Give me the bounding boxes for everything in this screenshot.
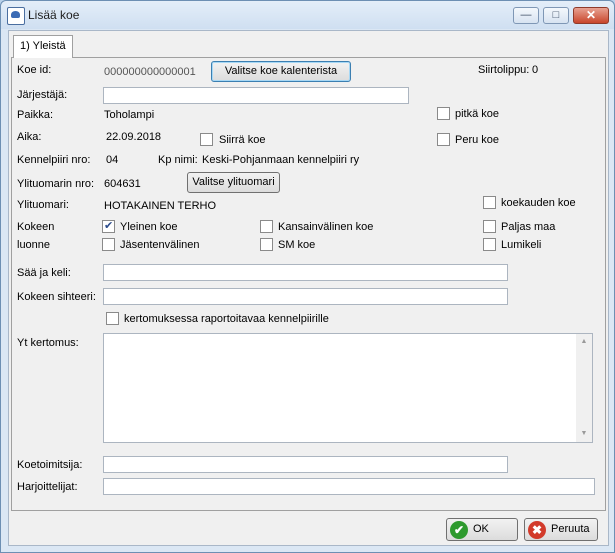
saa-ja-keli-label: Sää ja keli: [17, 267, 71, 279]
kennelpiiri-value: 04 [106, 154, 119, 166]
jasentenvalinen-checkbox[interactable] [102, 238, 115, 251]
siirtolippu-label: Siirtolippu: [478, 64, 530, 76]
title-bar[interactable]: Lisää koe — □ ✕ [1, 1, 614, 29]
peruuta-button[interactable]: ✖ Peruuta [524, 518, 598, 541]
tab-yleista[interactable]: 1) Yleistä [13, 35, 73, 58]
koetoimitsija-label: Koetoimitsija: [17, 459, 83, 471]
tab-panel-yleista: Koe id: 000000000000001 Valitse koe kale… [11, 57, 606, 511]
yleinen-koe-checkbox[interactable] [102, 219, 115, 233]
valitse-koe-kalenterista-button[interactable]: Valitse koe kalenterista [211, 61, 351, 82]
kokeen-sihteeri-label: Kokeen sihteeri: [17, 291, 96, 303]
ylituomari-value: HOTAKAINEN TERHO [104, 200, 217, 212]
kansainvalinen-koe-label: Kansainvälinen koe [278, 221, 374, 233]
peru-koe-checkbox[interactable] [437, 133, 450, 146]
koe-id-label: Koe id: [17, 64, 52, 76]
ylituomari-label: Ylituomari: [17, 199, 69, 211]
pitka-koe-label: pitkä koe [455, 108, 500, 120]
kp-nimi-value: Keski-Pohjanmaan kennelpiiri ry [202, 154, 360, 166]
maximize-button[interactable]: □ [543, 7, 569, 24]
kansainvalinen-koe-checkbox[interactable] [260, 220, 273, 233]
jarjestaja-input[interactable] [103, 87, 409, 104]
ok-button[interactable]: ✔ OK [446, 518, 518, 541]
window-title: Lisää koe [28, 8, 80, 22]
close-button[interactable]: ✕ [573, 7, 609, 24]
aika-value: 22.09.2018 [106, 131, 162, 143]
yleinen-koe-label: Yleinen koe [120, 221, 178, 233]
koe-id-value: 000000000000001 [104, 66, 196, 78]
lumikeli-checkbox[interactable] [483, 238, 496, 251]
aika-label: Aika: [17, 131, 42, 143]
saa-ja-keli-input[interactable] [103, 264, 508, 281]
paljas-maa-label: Paljas maa [501, 221, 556, 233]
kertomuksessa-label: kertomuksessa raportoitavaa kennelpiiril… [124, 313, 329, 325]
yt-kertomus-label: Yt kertomus: [17, 337, 79, 349]
harjoittelijat-label: Harjoittelijat: [17, 481, 78, 493]
kp-nimi-label: Kp nimi: [158, 154, 198, 166]
tab-label: 1) Yleistä [20, 40, 66, 52]
paikka-value: Toholampi [104, 109, 155, 121]
app-icon [7, 7, 25, 25]
peruuta-button-label: Peruuta [551, 523, 590, 535]
cancel-icon: ✖ [528, 521, 546, 539]
minimize-button[interactable]: — [513, 7, 539, 24]
kertomuksessa-checkbox[interactable] [106, 312, 119, 325]
yt-kertomus-scrollbar[interactable]: ▲ ▼ [576, 334, 592, 442]
jarjestaja-label: Järjestäjä: [17, 89, 68, 101]
ylituomarin-nro-value: 604631 [104, 178, 141, 190]
siirtolippu-value: 0 [532, 64, 539, 76]
siirra-koe-checkbox[interactable] [200, 133, 213, 146]
kokeen-sihteeri-input[interactable] [103, 288, 508, 305]
jasentenvalinen-label: Jäsentenvälinen [120, 239, 200, 251]
ylituomarin-nro-label: Ylituomarin nro: [17, 178, 95, 190]
harjoittelijat-input[interactable] [103, 478, 595, 495]
kennelpiiri-label: Kennelpiiri nro: [17, 154, 91, 166]
kokeen-luonne-label-2: luonne [17, 239, 51, 251]
scroll-down-icon[interactable]: ▼ [576, 426, 592, 442]
scroll-up-icon[interactable]: ▲ [576, 334, 592, 350]
peru-koe-label: Peru koe [455, 134, 500, 146]
dialog-window: Lisää koe — □ ✕ 1) Yleistä Koe id: 00000… [0, 0, 615, 553]
minimize-icon: — [520, 9, 532, 21]
check-icon: ✔ [450, 521, 468, 539]
sm-koe-checkbox[interactable] [260, 238, 273, 251]
yt-kertomus-textarea[interactable]: ▲ ▼ [103, 333, 593, 443]
pitka-koe-checkbox[interactable] [437, 107, 450, 120]
kokeen-luonne-label-1: Kokeen [17, 221, 55, 233]
koekauden-koe-label: koekauden koe [501, 197, 576, 209]
siirra-koe-label: Siirrä koe [219, 134, 266, 146]
dialog-client-area: 1) Yleistä Koe id: 000000000000001 Valit… [8, 30, 609, 546]
ok-button-label: OK [473, 523, 489, 535]
sm-koe-label: SM koe [278, 239, 316, 251]
koekauden-koe-checkbox[interactable] [483, 196, 496, 209]
paljas-maa-checkbox[interactable] [483, 220, 496, 233]
paikka-label: Paikka: [17, 109, 54, 121]
lumikeli-label: Lumikeli [501, 239, 542, 251]
maximize-icon: □ [552, 9, 560, 21]
valitse-ylituomari-button[interactable]: Valitse ylituomari [187, 172, 280, 193]
close-icon: ✕ [585, 8, 597, 22]
koetoimitsija-input[interactable] [103, 456, 508, 473]
